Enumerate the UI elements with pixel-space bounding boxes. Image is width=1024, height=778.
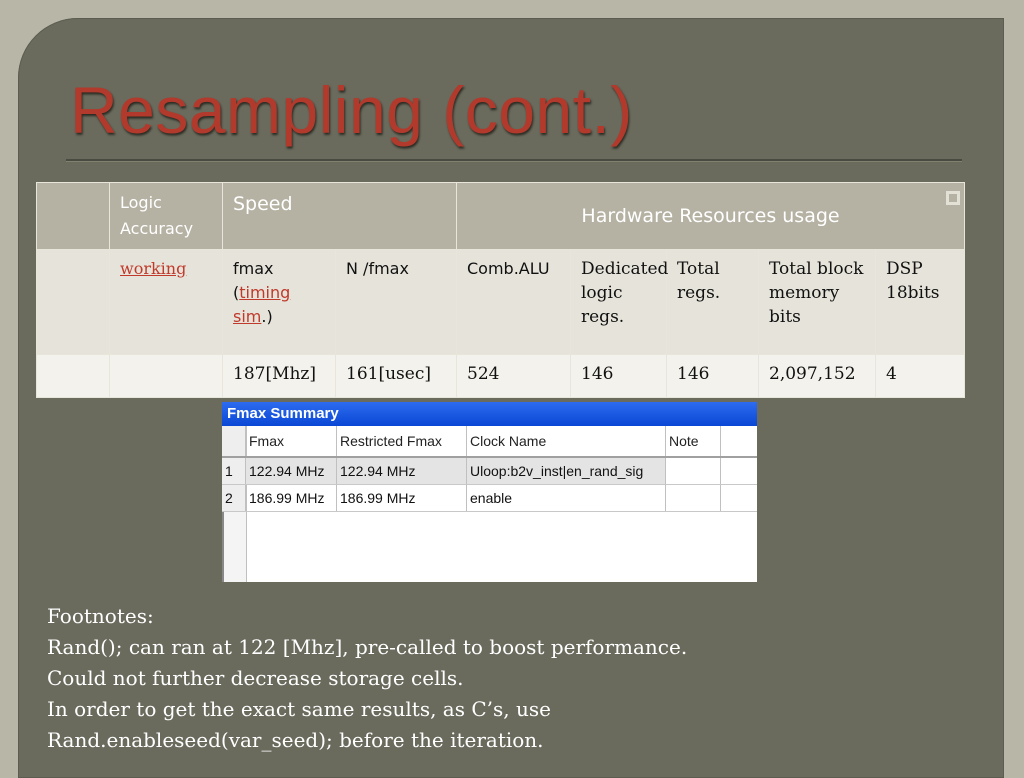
table-row[interactable]: 2 186.99 MHz 186.99 MHz enable — [222, 485, 757, 512]
column-header-note[interactable]: Note — [666, 426, 721, 456]
table-row: working fmax (timing sim.) N /fmax Comb.A… — [36, 249, 966, 355]
checkbox-icon — [946, 191, 960, 205]
note-value — [666, 485, 721, 511]
footnotes: Footnotes: Rand(); can ran at 122 [Mhz],… — [47, 601, 687, 756]
fmax-value: 186.99 MHz — [246, 485, 337, 511]
fmax-grid: Fmax Restricted Fmax Clock Name Note 1 1… — [222, 426, 757, 512]
page-title: Resampling (cont.) — [70, 73, 633, 147]
footnote-line: Rand.enableseed(var_seed); before the it… — [47, 728, 544, 752]
restricted-fmax-value: 122.94 MHz — [337, 458, 467, 484]
cell-n-fmax-value: 161[usec] — [335, 354, 457, 398]
cell-n-fmax: N /fmax — [335, 249, 457, 355]
note-value — [666, 458, 721, 484]
clock-name-value: enable — [467, 485, 666, 511]
column-header-clock-name[interactable]: Clock Name — [467, 426, 666, 456]
title-divider — [66, 159, 962, 161]
row-number: 1 — [222, 458, 246, 484]
cell-total-block-memory: Total block memory bits — [758, 249, 876, 355]
timing-sim-link[interactable]: timing sim — [233, 283, 290, 326]
table-cell-empty — [36, 182, 110, 250]
table-cell-empty — [109, 354, 223, 398]
header-logic-accuracy: Logic Accuracy — [109, 182, 223, 250]
column-header-empty — [721, 426, 757, 456]
table-row: 187[Mhz] 161[usec] 524 146 146 2,097,152… — [36, 354, 966, 398]
cell-total-regs-value: 146 — [666, 354, 759, 398]
footnotes-heading: Footnotes: — [47, 604, 154, 628]
footnote-line: In order to get the exact same results, … — [47, 697, 551, 721]
column-header-restricted-fmax[interactable]: Restricted Fmax — [337, 426, 467, 456]
table-row[interactable]: 1 122.94 MHz 122.94 MHz Uloop:b2v_inst|e… — [222, 458, 757, 485]
cell-comb-alu-value: 524 — [456, 354, 571, 398]
resources-table: Logic Accuracy Speed Hardware Resources … — [36, 182, 966, 398]
column-header-fmax[interactable]: Fmax — [246, 426, 337, 456]
cell-comb-alu: Comb.ALU — [456, 249, 571, 355]
table-cell-empty — [36, 249, 110, 355]
header-hardware-resources: Hardware Resources usage — [455, 182, 966, 250]
corner-cell — [222, 426, 246, 456]
restricted-fmax-value: 186.99 MHz — [337, 485, 467, 511]
cell-dsp-value: 4 — [874, 354, 966, 398]
fmax-summary-title: Fmax Summary — [222, 402, 757, 426]
clock-name-value: Uloop:b2v_inst|en_rand_sig — [467, 458, 666, 484]
cell-total-regs: Total regs. — [666, 249, 759, 355]
working-link[interactable]: working — [120, 259, 186, 278]
cell-fmax: fmax (timing sim.) — [222, 249, 336, 355]
cell-dedicated-logic-regs: Dedicated logic regs. — [570, 249, 668, 355]
fmax-summary-panel: Fmax Summary Fmax Restricted Fmax Clock … — [222, 402, 757, 582]
header-speed: Speed — [222, 182, 457, 250]
cell-dedicated-value: 146 — [570, 354, 667, 398]
footnote-line: Could not further decrease storage cells… — [47, 666, 464, 690]
fmax-label: fmax — [233, 259, 274, 278]
table-cell-empty — [36, 354, 110, 398]
table-header-row: Logic Accuracy Speed Hardware Resources … — [36, 182, 966, 250]
empty-cell — [721, 485, 757, 511]
row-number: 2 — [222, 485, 246, 511]
cell-total-block-value: 2,097,152 — [758, 354, 876, 398]
fmax-header-row: Fmax Restricted Fmax Clock Name Note — [222, 426, 757, 458]
cell-working: working — [109, 249, 223, 355]
cell-dsp: DSP 18bits — [874, 249, 966, 355]
footnote-line: Rand(); can ran at 122 [Mhz], pre-called… — [47, 635, 688, 659]
fmax-value: 122.94 MHz — [246, 458, 337, 484]
empty-cell — [721, 458, 757, 484]
cell-fmax-value: 187[Mhz] — [222, 354, 336, 398]
